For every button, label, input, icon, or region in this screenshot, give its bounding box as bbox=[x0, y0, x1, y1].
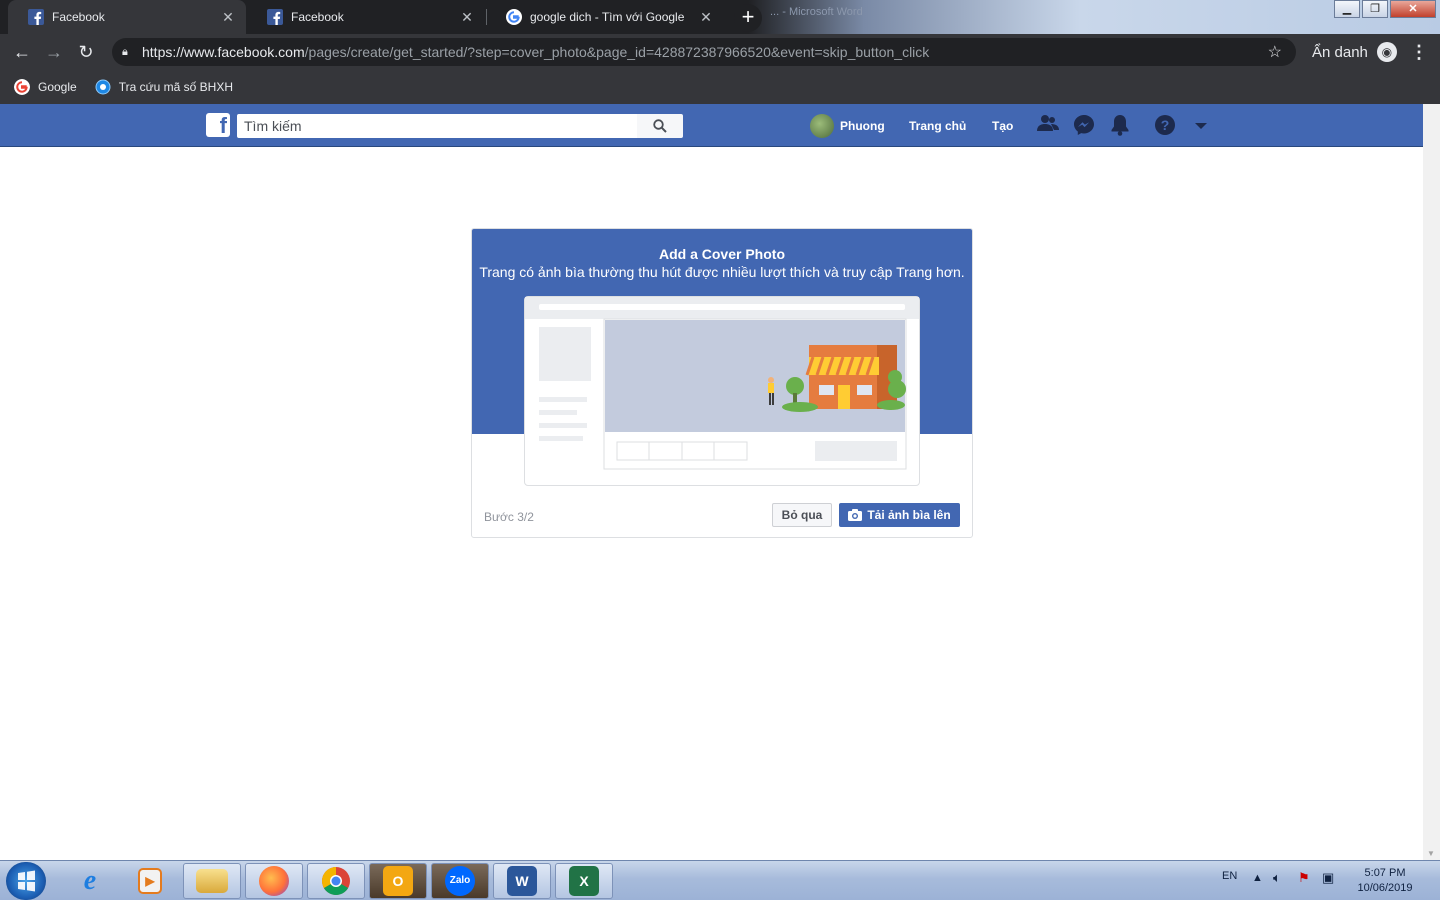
facebook-logo-icon[interactable]: f bbox=[206, 113, 230, 138]
window-controls: ▁ ❐ ✕ bbox=[1332, 0, 1436, 18]
dialog-title: Add a Cover Photo bbox=[658, 246, 785, 262]
word-icon[interactable]: W bbox=[493, 863, 551, 899]
tab-close-icon[interactable]: ✕ bbox=[459, 9, 475, 26]
facebook-favicon-icon bbox=[28, 9, 44, 25]
svg-text:?: ? bbox=[1161, 117, 1170, 133]
tab-title: Facebook bbox=[291, 10, 344, 24]
incognito-label: Ẩn danh bbox=[1312, 43, 1368, 61]
tab-close-icon[interactable]: ✕ bbox=[220, 9, 236, 26]
search-icon bbox=[653, 119, 667, 133]
cover-photo-dialog: Add a Cover Photo Trang có ảnh bìa thườn… bbox=[471, 228, 973, 538]
browser-menu-icon[interactable]: ⋮ bbox=[1410, 42, 1428, 63]
network-icon[interactable]: ▣ bbox=[1322, 870, 1334, 886]
google-favicon-icon bbox=[506, 9, 522, 25]
incognito-indicator[interactable]: Ẩn danh ◉ bbox=[1312, 42, 1397, 62]
avatar bbox=[810, 113, 834, 138]
show-hidden-icons-icon[interactable]: ▲ bbox=[1252, 872, 1263, 884]
search-input[interactable]: Tìm kiếm bbox=[237, 114, 637, 138]
nav-home-label: Trang chủ bbox=[909, 118, 967, 133]
bookmark-bhxh[interactable]: Tra cứu mã số BHXH bbox=[95, 79, 233, 95]
forward-arrow-icon[interactable]: → bbox=[38, 36, 70, 68]
scroll-down-arrow-icon[interactable]: ▼ bbox=[1427, 849, 1435, 858]
tab-title: Facebook bbox=[52, 10, 105, 24]
account-menu-dropdown-icon[interactable] bbox=[1189, 114, 1213, 136]
language-indicator[interactable]: EN bbox=[1222, 870, 1237, 882]
internet-explorer-icon[interactable]: e bbox=[61, 863, 119, 899]
close-window-icon[interactable]: ✕ bbox=[1390, 0, 1436, 18]
excel-icon[interactable]: X bbox=[555, 863, 613, 899]
tab-google-search[interactable]: google dich - Tìm với Google ✕ bbox=[486, 0, 724, 34]
volume-icon[interactable]: 🔈︎ bbox=[1273, 870, 1281, 886]
minimize-icon[interactable]: ▁ bbox=[1334, 0, 1360, 18]
facebook-favicon-icon bbox=[267, 9, 283, 25]
file-explorer-icon[interactable] bbox=[183, 863, 241, 899]
notifications-bell-icon[interactable] bbox=[1108, 114, 1132, 136]
bookmark-google[interactable]: Google bbox=[14, 79, 77, 95]
nav-create-label: Tạo bbox=[992, 118, 1014, 133]
bookmarks-bar: Google Tra cứu mã số BHXH bbox=[0, 70, 1440, 104]
back-arrow-icon[interactable]: ← bbox=[6, 36, 38, 68]
upload-cover-label: Tải ảnh bìa lên bbox=[867, 508, 951, 522]
firefox-icon[interactable] bbox=[245, 863, 303, 899]
outlook-icon[interactable]: O bbox=[369, 863, 427, 899]
upload-cover-button[interactable]: Tải ảnh bìa lên bbox=[839, 503, 960, 527]
friend-requests-icon[interactable] bbox=[1036, 114, 1060, 136]
camera-icon bbox=[848, 509, 863, 521]
google-icon bbox=[14, 79, 30, 95]
step-indicator: Bước 3/2 bbox=[484, 510, 534, 524]
profile-name: Phuong bbox=[840, 118, 885, 133]
media-player-icon[interactable]: ▶ bbox=[121, 863, 179, 899]
nav-profile[interactable]: Phuong bbox=[810, 104, 885, 147]
address-bar[interactable]: 🔒︎ https://www.facebook.com/pages/create… bbox=[112, 38, 1296, 66]
bookmark-label: Google bbox=[38, 80, 77, 94]
zalo-icon[interactable]: Zalo bbox=[431, 863, 489, 899]
clock-date: 10/06/2019 bbox=[1357, 882, 1413, 894]
skip-button[interactable]: Bỏ qua bbox=[772, 503, 832, 527]
page-preview-illustration bbox=[524, 296, 920, 486]
bhxh-logo-icon bbox=[95, 79, 111, 95]
dialog-footer: Bước 3/2 Bỏ qua Tải ảnh bìa lên bbox=[472, 494, 972, 537]
url-path: /pages/create/get_started/?step=cover_ph… bbox=[304, 44, 930, 60]
browser-tab-strip: Facebook ✕ Facebook ✕ google dich - Tìm … bbox=[0, 0, 1440, 34]
messenger-icon[interactable] bbox=[1072, 114, 1096, 136]
nav-home[interactable]: Trang chủ bbox=[909, 104, 966, 147]
tab-title: google dich - Tìm với Google bbox=[530, 10, 685, 24]
tab-facebook-1[interactable]: Facebook ✕ bbox=[8, 0, 246, 34]
chrome-icon[interactable] bbox=[307, 863, 365, 899]
tab-facebook-2[interactable]: Facebook ✕ bbox=[247, 0, 485, 34]
incognito-icon: ◉ bbox=[1376, 42, 1397, 62]
bookmark-star-icon[interactable]: ☆ bbox=[1268, 42, 1282, 62]
system-clock[interactable]: 5:07 PM 10/06/2019 bbox=[1352, 866, 1418, 896]
cover-illustration-icon bbox=[525, 297, 919, 470]
windows-start-icon[interactable] bbox=[6, 862, 46, 900]
help-icon[interactable]: ? bbox=[1153, 114, 1177, 136]
tab-close-icon[interactable]: ✕ bbox=[698, 9, 714, 26]
clock-time: 5:07 PM bbox=[1364, 867, 1406, 879]
search-button[interactable] bbox=[637, 114, 683, 138]
nav-create[interactable]: Tạo bbox=[992, 104, 1013, 147]
reload-icon[interactable]: ↻ bbox=[70, 36, 102, 68]
background-window-title: ... - Microsoft Word bbox=[770, 6, 863, 18]
dialog-subtitle: Trang có ảnh bìa thường thu hút được nhi… bbox=[479, 264, 965, 280]
page-scrollbar[interactable]: ▼ bbox=[1423, 104, 1440, 860]
restore-icon[interactable]: ❐ bbox=[1362, 0, 1388, 18]
action-center-flag-icon[interactable]: ⚑ bbox=[1298, 870, 1310, 886]
url-host: https://www.facebook.com bbox=[142, 44, 305, 60]
bookmark-label: Tra cứu mã số BHXH bbox=[118, 80, 233, 94]
new-tab-button[interactable]: + bbox=[734, 4, 762, 32]
lock-icon: 🔒︎ bbox=[122, 45, 128, 58]
